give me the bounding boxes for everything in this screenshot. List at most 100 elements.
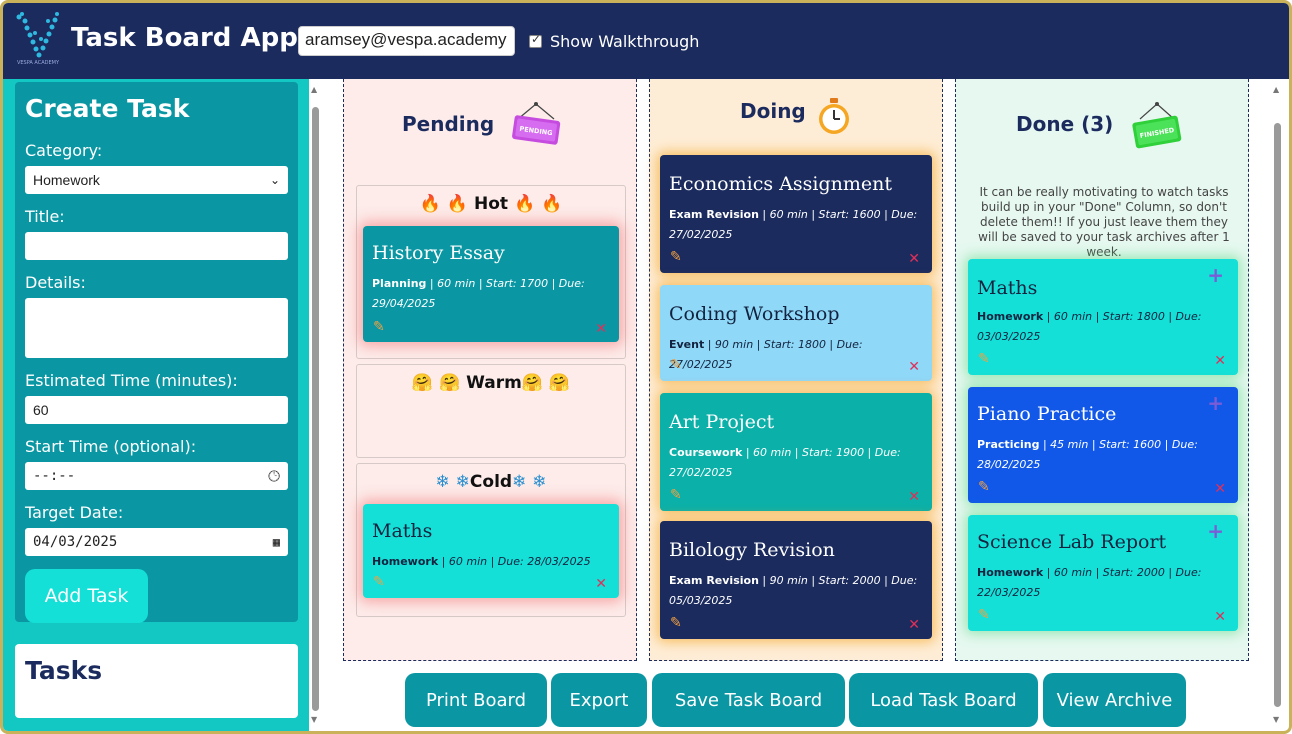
task-title: Science Lab Report <box>977 531 1167 553</box>
create-task-heading: Create Task <box>25 94 190 123</box>
task-card[interactable]: Science Lab Report + Homework | 60 min |… <box>968 515 1238 631</box>
task-title: Maths <box>372 520 433 542</box>
print-board-button[interactable]: Print Board <box>405 673 547 727</box>
edit-pencil-icon[interactable]: ✎ <box>978 351 990 367</box>
task-card[interactable]: Coding Workshop Event | 90 min | Start: … <box>660 285 932 381</box>
task-meta: Exam Revision | 90 min | Start: 2000 | D… <box>669 571 924 611</box>
scroll-down-icon[interactable]: ▼ <box>1273 715 1279 724</box>
add-task-button[interactable]: Add Task <box>25 569 148 623</box>
edit-pencil-icon[interactable]: ✎ <box>978 607 990 623</box>
estimated-time-field[interactable]: 60 <box>25 396 288 424</box>
fire-icon: 🔥 <box>513 194 536 214</box>
scroll-thumb[interactable] <box>1274 123 1281 707</box>
view-archive-button[interactable]: View Archive <box>1043 673 1186 727</box>
task-title: Art Project <box>669 411 775 433</box>
doing-column: Doing Economics Assignment Exam Revision… <box>649 79 943 661</box>
load-board-button[interactable]: Load Task Board <box>849 673 1038 727</box>
task-meta: Practicing | 45 min | Start: 1600 | Due:… <box>977 435 1230 475</box>
start-time-field[interactable]: --:-- 🕒︎ <box>25 462 288 490</box>
scroll-thumb[interactable] <box>312 107 319 711</box>
pending-title: Pending <box>402 112 495 136</box>
board-scrollbar[interactable]: ▲ ▼ <box>1271 81 1283 727</box>
task-category: Exam Revision <box>669 574 759 587</box>
category-select[interactable]: Homework ⌄ <box>25 166 288 194</box>
walkthrough-checkbox[interactable] <box>529 32 542 48</box>
email-field[interactable]: aramsey@vespa.academy <box>298 26 515 56</box>
task-title: History Essay <box>372 242 505 264</box>
pending-column: Pending PENDING 🔥 🔥 Hot 🔥 🔥 History Essa… <box>343 79 637 661</box>
cold-section-title: ❄ ❄Cold❄ ❄ <box>357 472 625 492</box>
task-meta: Planning | 60 min | Start: 1700 | Due: 2… <box>372 274 611 314</box>
clock-icon[interactable]: 🕒︎ <box>268 467 280 485</box>
target-date-field[interactable]: 04/03/2025 ▦ <box>25 528 288 556</box>
delete-icon[interactable]: ✕ <box>595 576 607 592</box>
task-category: Practicing <box>977 438 1040 451</box>
export-button[interactable]: Export <box>551 673 647 727</box>
task-card[interactable]: History Essay Planning | 60 min | Start:… <box>363 226 619 342</box>
title-field[interactable] <box>25 232 288 260</box>
plus-icon[interactable]: + <box>1207 391 1224 415</box>
task-title: Maths <box>977 277 1038 299</box>
walkthrough-toggle[interactable]: Show Walkthrough <box>529 32 699 51</box>
walkthrough-label: Show Walkthrough <box>550 32 700 51</box>
details-field[interactable] <box>25 298 288 358</box>
done-info-text: It can be really motivating to watch tas… <box>978 185 1230 259</box>
category-value: Homework <box>33 172 100 188</box>
sidebar: Create Task Category: Homework ⌄ Title: … <box>3 79 309 731</box>
delete-icon[interactable]: ✕ <box>908 489 920 505</box>
sidebar-scrollbar[interactable]: ▲ ▼ <box>309 81 321 727</box>
scroll-down-icon[interactable]: ▼ <box>311 715 317 724</box>
task-card[interactable]: Piano Practice + Practicing | 45 min | S… <box>968 387 1238 503</box>
snowflake-icon: ❄ <box>455 472 470 492</box>
fire-icon: 🔥 <box>419 194 441 214</box>
app-title: Task Board App <box>71 23 298 53</box>
task-title: Piano Practice <box>977 403 1117 425</box>
save-board-button[interactable]: Save Task Board <box>652 673 845 727</box>
start-time-value: --:-- <box>33 468 76 484</box>
edit-pencil-icon[interactable]: ✎ <box>373 319 385 335</box>
task-meta: Homework | 60 min | Start: 1800 | Due: 0… <box>977 307 1230 347</box>
scroll-up-icon[interactable]: ▲ <box>1273 85 1279 94</box>
plus-icon[interactable]: + <box>1207 263 1224 287</box>
target-date-value: 04/03/2025 <box>33 534 118 550</box>
task-meta: Event | 90 min | Start: 1800 | Due: 27/0… <box>669 335 924 375</box>
start-time-label: Start Time (optional): <box>25 437 197 456</box>
delete-icon[interactable]: ✕ <box>1214 353 1226 369</box>
delete-icon[interactable]: ✕ <box>1214 481 1226 497</box>
chevron-down-icon: ⌄ <box>269 173 280 187</box>
edit-pencil-icon[interactable]: ✎ <box>670 249 682 265</box>
hug-face-icon: 🤗 <box>548 373 571 393</box>
task-card[interactable]: Economics Assignment Exam Revision | 60 … <box>660 155 932 273</box>
cold-section: ❄ ❄Cold❄ ❄ Maths Homework | 60 min | Due… <box>356 463 626 617</box>
delete-icon[interactable]: ✕ <box>595 321 607 337</box>
finished-sign-icon: FINISHED <box>1132 102 1182 149</box>
task-category: Planning <box>372 277 427 290</box>
task-meta: Homework | 60 min | Start: 2000 | Due: 2… <box>977 563 1230 603</box>
edit-pencil-icon[interactable]: ✎ <box>373 574 385 590</box>
delete-icon[interactable]: ✕ <box>1214 609 1226 625</box>
category-label: Category: <box>25 141 103 160</box>
plus-icon[interactable]: + <box>1207 519 1224 543</box>
hug-face-icon: 🤗 <box>411 373 434 393</box>
delete-icon[interactable]: ✕ <box>908 617 920 633</box>
task-card[interactable]: Maths Homework | 60 min | Due: 28/03/202… <box>363 504 619 598</box>
warm-label: Warm <box>466 373 522 393</box>
delete-icon[interactable]: ✕ <box>908 359 920 375</box>
pending-sign-icon: PENDING <box>512 102 561 145</box>
edit-pencil-icon[interactable]: ✎ <box>670 357 682 373</box>
task-card[interactable]: Bilology Revision Exam Revision | 90 min… <box>660 521 932 639</box>
vespa-logo-icon: VESPA ACADEMY <box>16 12 60 66</box>
create-task-form: Create Task Category: Homework ⌄ Title: … <box>15 82 298 623</box>
edit-pencil-icon[interactable]: ✎ <box>670 615 682 631</box>
calendar-icon[interactable]: ▦ <box>273 535 280 549</box>
task-card[interactable]: Art Project Coursework | 60 min | Start:… <box>660 393 932 511</box>
app-window: VESPA ACADEMY Task Board App aramsey@ves… <box>0 0 1292 734</box>
hot-section-title: 🔥 🔥 Hot 🔥 🔥 <box>357 194 625 214</box>
done-title: Done (3) <box>1016 112 1114 136</box>
delete-icon[interactable]: ✕ <box>908 251 920 267</box>
snowflake-icon: ❄ <box>512 472 527 492</box>
task-card[interactable]: Maths + Homework | 60 min | Start: 1800 … <box>968 259 1238 375</box>
edit-pencil-icon[interactable]: ✎ <box>670 487 682 503</box>
scroll-up-icon[interactable]: ▲ <box>311 85 317 94</box>
edit-pencil-icon[interactable]: ✎ <box>978 479 990 495</box>
